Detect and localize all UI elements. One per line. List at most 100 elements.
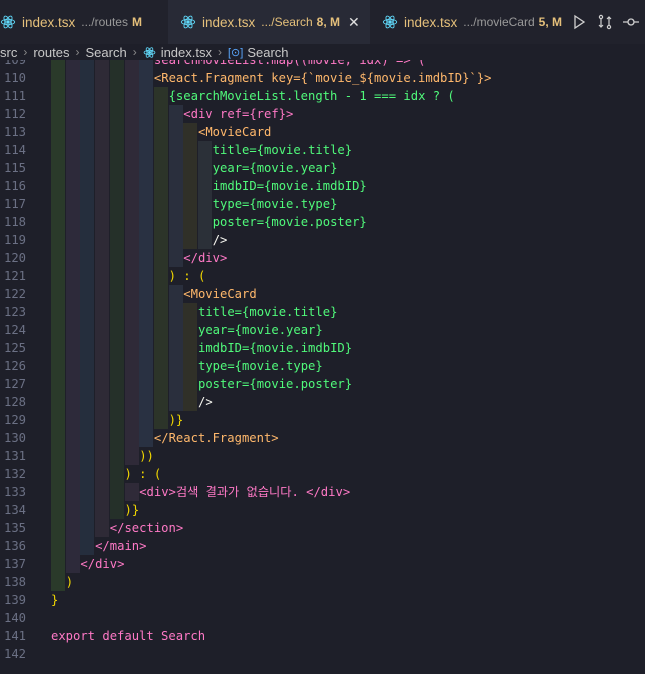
- code-line[interactable]: 121) : (: [0, 267, 645, 285]
- indent-guide: [109, 321, 124, 339]
- indent-guide: [139, 213, 154, 231]
- code-line[interactable]: 133 <div>검색 결과가 없습니다. </div>: [0, 483, 645, 501]
- code-line[interactable]: 130 </React.Fragment>: [0, 429, 645, 447]
- code-line[interactable]: 117 type={movie.type}: [0, 195, 645, 213]
- indent-guide: [183, 231, 198, 249]
- breadcrumb-item[interactable]: src: [0, 45, 17, 60]
- indent-guide: [109, 105, 124, 123]
- code-text: <MovieCard: [183, 287, 257, 301]
- code-line[interactable]: 122 <MovieCard: [0, 285, 645, 303]
- indent-guide: [168, 123, 183, 141]
- code-line[interactable]: 136 </main>: [0, 537, 645, 555]
- code-line[interactable]: 131)): [0, 447, 645, 465]
- indent-guide: [124, 159, 139, 177]
- indent-guide: [51, 213, 65, 231]
- tab-moviecard-index[interactable]: index.tsx .../movieCard 5, M: [370, 0, 570, 44]
- code-line[interactable]: 116 imdbID={movie.imdbID}: [0, 177, 645, 195]
- indent-guide: [168, 141, 183, 159]
- indent-guide: [109, 501, 124, 519]
- indent-guide: [109, 177, 124, 195]
- code-line[interactable]: 120 </div>: [0, 249, 645, 267]
- code-line[interactable]: 139}: [0, 591, 645, 609]
- line-number: 124: [3, 323, 26, 337]
- indent-guide: [124, 303, 139, 321]
- code-line[interactable]: 109 searchMovieList.map((movie, idx) => (: [0, 60, 645, 69]
- indent-guide: [109, 123, 124, 141]
- code-line[interactable]: 110 <React.Fragment key={`movie_${movie.i…: [0, 69, 645, 87]
- code-line[interactable]: 114 title={movie.title}: [0, 141, 645, 159]
- code-line[interactable]: 123 title={movie.title}: [0, 303, 645, 321]
- code-text: year={movie.year}: [198, 323, 323, 337]
- code-line[interactable]: 140: [0, 609, 645, 627]
- indent-guide: [124, 357, 139, 375]
- indent-guide: [95, 159, 110, 177]
- react-icon: [143, 46, 156, 58]
- line-number: 142: [3, 647, 26, 661]
- chevron-right-icon: ›: [75, 45, 80, 59]
- indent-guide: [109, 375, 124, 393]
- indent-guide: [65, 519, 80, 537]
- code-line[interactable]: 137 </div>: [0, 555, 645, 573]
- code-line[interactable]: 119 />: [0, 231, 645, 249]
- indent-guide: [109, 249, 124, 267]
- indent-guide: [183, 303, 198, 321]
- code-line[interactable]: 129)}: [0, 411, 645, 429]
- line-number: 141: [3, 629, 26, 643]
- indent-guide: [153, 303, 168, 321]
- breadcrumb-symbol[interactable]: Search: [247, 45, 288, 60]
- indent-guide: [153, 159, 168, 177]
- indent-guide: [168, 159, 183, 177]
- react-icon: [0, 15, 16, 29]
- code-line[interactable]: 115 year={movie.year}: [0, 159, 645, 177]
- code-line[interactable]: 126 type={movie.type}: [0, 357, 645, 375]
- code-text: imdbID={movie.imdbID}: [198, 341, 353, 355]
- code-line[interactable]: 124 year={movie.year}: [0, 321, 645, 339]
- source-control-compare-icon[interactable]: [597, 14, 613, 30]
- indent-guide: [65, 303, 80, 321]
- indent-guide: [51, 195, 65, 213]
- code-line[interactable]: 118 poster={movie.poster}: [0, 213, 645, 231]
- run-icon[interactable]: [571, 14, 587, 30]
- indent-guide: [153, 213, 168, 231]
- tab-search-index[interactable]: index.tsx .../Search 8, M ✕: [168, 0, 370, 44]
- tab-badge: 5, M: [538, 15, 562, 29]
- git-commit-icon[interactable]: [623, 14, 639, 30]
- code-text: </main>: [95, 539, 147, 553]
- code-line[interactable]: 128 />: [0, 393, 645, 411]
- line-number: 137: [3, 557, 26, 571]
- line-number: 129: [3, 413, 26, 427]
- code-line[interactable]: 125 imdbID={movie.imdbID}: [0, 339, 645, 357]
- indent-guide: [139, 159, 154, 177]
- code-editor[interactable]: 109 searchMovieList.map((movie, idx) => (…: [0, 60, 645, 674]
- close-icon[interactable]: ✕: [348, 14, 360, 31]
- code-line[interactable]: 111 {searchMovieList.length - 1 === idx ?…: [0, 87, 645, 105]
- code-line[interactable]: 142: [0, 645, 645, 663]
- indent-guide: [51, 555, 65, 573]
- indent-guide: [168, 321, 183, 339]
- indent-guide: [80, 177, 95, 195]
- indent-guide: [80, 69, 95, 87]
- indent-guide: [80, 195, 95, 213]
- code-line[interactable]: 134)}: [0, 501, 645, 519]
- tab-routes-index[interactable]: index.tsx .../routes M: [0, 0, 168, 44]
- breadcrumb-item[interactable]: routes: [33, 45, 69, 60]
- breadcrumb-item[interactable]: index.tsx: [161, 45, 212, 60]
- code-line[interactable]: 112 <div ref={ref}>: [0, 105, 645, 123]
- indent-guide: [95, 465, 110, 483]
- indent-guide: [183, 375, 198, 393]
- code-line[interactable]: 138): [0, 573, 645, 591]
- tab-bar: index.tsx .../routes M index.tsx .../Sea…: [0, 0, 645, 44]
- indent-guide: [65, 177, 80, 195]
- indent-guide: [168, 231, 183, 249]
- code-line[interactable]: 135 </section>: [0, 519, 645, 537]
- code-line[interactable]: 127 poster={movie.poster}: [0, 375, 645, 393]
- indent-guide: [51, 231, 65, 249]
- code-line[interactable]: 141 export default Search: [0, 627, 645, 645]
- indent-guide: [139, 285, 154, 303]
- indent-guide: [80, 501, 95, 519]
- breadcrumb-item[interactable]: Search: [85, 45, 126, 60]
- indent-guide: [65, 465, 80, 483]
- code-line[interactable]: 132) : (: [0, 465, 645, 483]
- code-line[interactable]: 113 <MovieCard: [0, 123, 645, 141]
- indent-guide: [51, 285, 65, 303]
